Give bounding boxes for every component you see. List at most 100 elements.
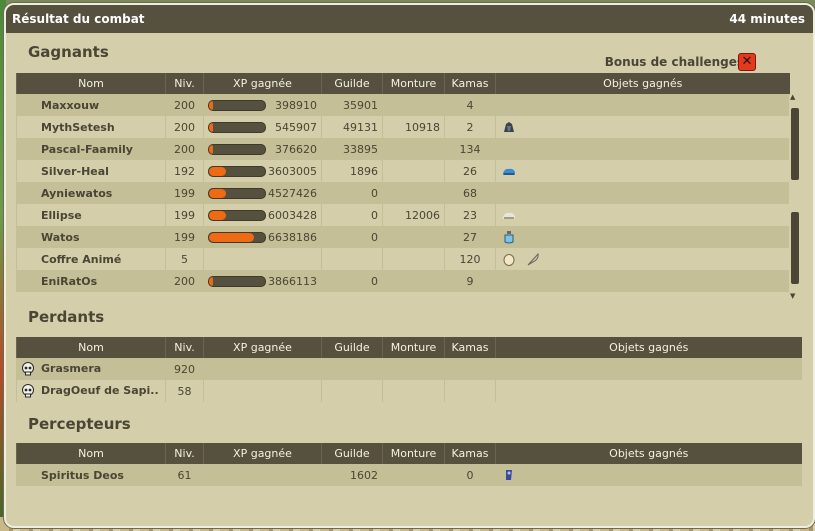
scroll-icon[interactable] (502, 468, 516, 482)
mount-xp (382, 380, 445, 402)
table-row[interactable]: EniRatOs 200 3866113 0 9 (16, 270, 790, 292)
mount-xp (382, 270, 445, 292)
table-row[interactable]: Ellipse 199 6003428 0 12006 23 (16, 204, 790, 226)
kamas-value (444, 358, 496, 380)
xp-progress-bar (208, 275, 266, 287)
kamas-value: 26 (444, 160, 496, 182)
scroll-thumb-lower[interactable] (791, 212, 799, 284)
xp-cell: 6638186 (203, 226, 322, 248)
scroll-thumb-upper[interactable] (791, 108, 799, 180)
kamas-value: 23 (444, 204, 496, 226)
kamas-value: 4 (444, 94, 496, 116)
items-column-header: Objets gagnés (495, 443, 802, 464)
table-row[interactable]: DragOeuf de Sapi.. 58 (16, 380, 802, 402)
player-level: 5 (165, 248, 204, 270)
player-level: 199 (165, 182, 204, 204)
kamas-column-header: Kamas (444, 443, 496, 464)
player-level: 199 (165, 204, 204, 226)
collector-level: 61 (165, 464, 204, 486)
kamas-value: 0 (444, 464, 496, 486)
mount-xp (382, 160, 445, 182)
items-won (495, 270, 790, 292)
mount-xp (382, 94, 445, 116)
guild-xp: 33895 (321, 138, 383, 160)
player-name: Ellipse (16, 204, 166, 226)
player-level: 200 (165, 270, 204, 292)
items-column-header: Objets gagnés (495, 73, 790, 94)
table-row[interactable]: Spiritus Deos 61 1602 0 (16, 464, 802, 486)
table-row[interactable]: Maxxouw 200 398910 35901 4 (16, 94, 790, 116)
mount-xp (382, 358, 445, 380)
items-won (495, 116, 790, 138)
winners-scrollbar[interactable]: ▲ ▼ (789, 93, 799, 300)
mount-xp (382, 464, 445, 486)
level-column-header: Niv. (165, 337, 204, 358)
player-name: DragOeuf de Sapi.. (41, 384, 159, 397)
name-column-header: Nom (16, 73, 166, 94)
mount-column-header: Monture (382, 443, 445, 464)
bonus-challenges-label: Bonus de challenges : (604, 55, 753, 69)
items-won (495, 464, 802, 486)
xp-value: 545907 (275, 120, 317, 134)
collectors-table: Nom Niv. XP gagnée Guilde Monture Kamas Objets… (16, 443, 802, 486)
xp-value: 3603005 (268, 164, 317, 178)
blue-boots-icon[interactable] (502, 164, 516, 178)
items-won (495, 94, 790, 116)
window-titlebar[interactable]: Résultat du combat 44 minutes (6, 5, 813, 33)
xp-progress-bar (208, 231, 266, 243)
guild-xp: 1896 (321, 160, 383, 182)
mount-xp (382, 226, 445, 248)
kamas-column-header: Kamas (444, 337, 496, 358)
dark-item-icon[interactable] (502, 120, 516, 134)
challenge-failed-icon[interactable]: ✕ (738, 53, 756, 71)
table-row[interactable]: MythSetesh 200 545907 49131 10918 2 (16, 116, 790, 138)
player-level: 200 (165, 138, 204, 160)
feather-icon[interactable] (526, 252, 540, 266)
mount-xp (382, 248, 445, 270)
collectors-title: Percepteurs (28, 415, 131, 433)
items-won (495, 248, 790, 270)
xp-progress-fill (209, 188, 226, 198)
skull-icon (21, 362, 35, 376)
losers-title: Perdants (28, 308, 105, 326)
white-boots-icon[interactable] (502, 208, 516, 222)
xp-column-header: XP gagnée (203, 73, 322, 94)
table-row[interactable]: Silver-Heal 192 3603005 1896 26 (16, 160, 790, 182)
player-name: Silver-Heal (16, 160, 166, 182)
xp-cell: 6003428 (203, 204, 322, 226)
player-name-cell: Grasmera (16, 358, 166, 380)
xp-value: 3866113 (268, 274, 317, 288)
player-level: 192 (165, 160, 204, 182)
player-name-cell: DragOeuf de Sapi.. (16, 380, 166, 402)
xp-progress-bar (208, 209, 266, 221)
guild-xp: 0 (321, 270, 383, 292)
player-name: Maxxouw (16, 94, 166, 116)
xp-progress-fill (209, 232, 254, 242)
table-row[interactable]: Pascal-Faamily 200 376620 33895 134 (16, 138, 790, 160)
table-row[interactable]: Watos 199 6638186 0 27 (16, 226, 790, 248)
scroll-down-icon[interactable]: ▼ (790, 292, 795, 300)
potion-icon[interactable] (502, 230, 516, 244)
xp-cell (203, 358, 322, 380)
items-won (495, 160, 790, 182)
xp-value: 376620 (275, 142, 317, 156)
xp-progress-bar (208, 165, 266, 177)
player-name: Grasmera (41, 362, 102, 375)
guild-xp (321, 248, 383, 270)
items-won (495, 204, 790, 226)
level-column-header: Niv. (165, 73, 204, 94)
xp-progress-bar (208, 187, 266, 199)
scroll-up-icon[interactable]: ▲ (790, 93, 795, 101)
table-row[interactable]: Ayniewatos 199 4527426 0 68 (16, 182, 790, 204)
mount-xp (382, 138, 445, 160)
table-row[interactable]: Coffre Animé 5 120 (16, 248, 790, 270)
kamas-value (444, 380, 496, 402)
table-row[interactable]: Grasmera 920 (16, 358, 802, 380)
combat-result-window: Résultat du combat 44 minutes Gagnants B… (4, 3, 815, 528)
egg-icon[interactable] (502, 252, 516, 266)
losers-header-row: Nom Niv. XP gagnée Guilde Monture Kamas Objets… (16, 337, 802, 358)
guild-column-header: Guilde (321, 73, 383, 94)
guild-xp: 0 (321, 226, 383, 248)
mount-xp (382, 182, 445, 204)
xp-value: 4527426 (268, 186, 317, 200)
